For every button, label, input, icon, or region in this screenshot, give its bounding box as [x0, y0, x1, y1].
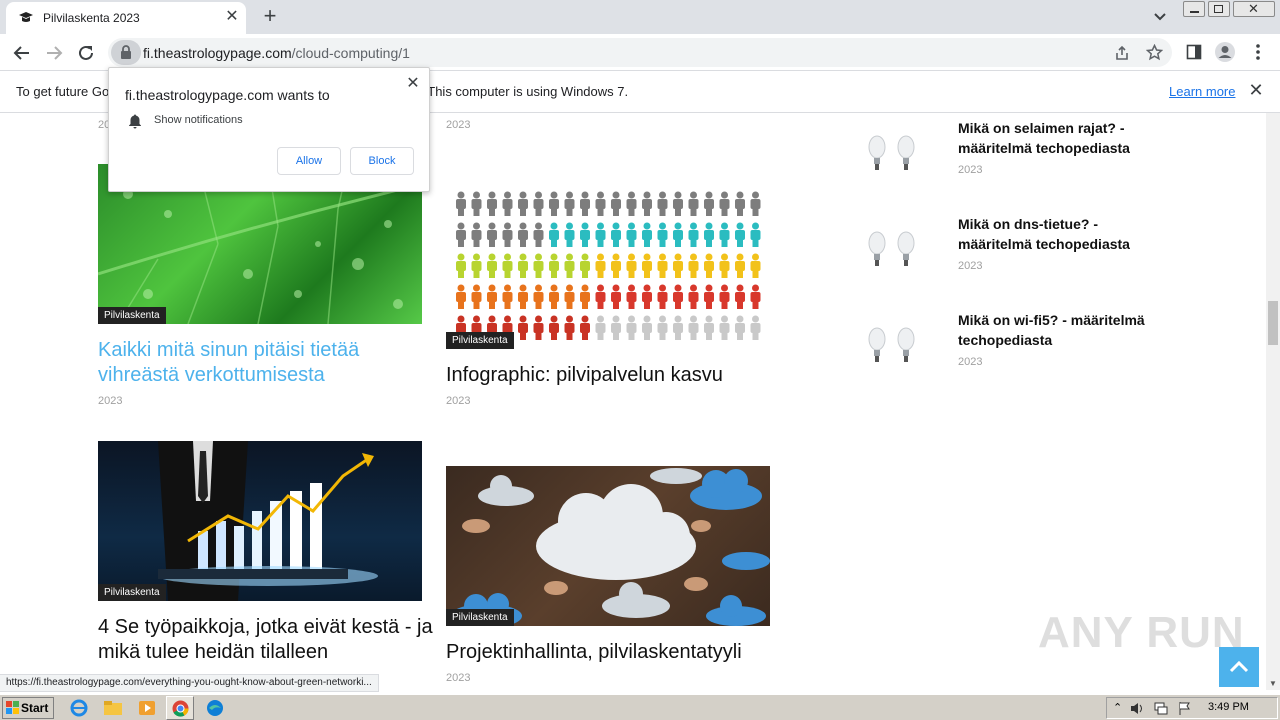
address-bar[interactable]: fi.theastrologypage.com/cloud-computing/… — [108, 38, 1172, 67]
article-title[interactable]: Infographic: pilvipalvelun kasvu — [446, 363, 776, 388]
browser-toolbar: fi.theastrologypage.com/cloud-computing/… — [0, 34, 1280, 71]
lock-icon[interactable] — [111, 40, 141, 65]
chrome-icon — [172, 700, 189, 717]
sidebar-article-title[interactable]: Mikä on wi-fi5? - määritelmä techopedias… — [958, 310, 1158, 350]
media-player-icon[interactable] — [136, 698, 158, 718]
window-close-button[interactable]: ✕ — [1233, 1, 1275, 17]
new-tab-button[interactable]: + — [258, 5, 282, 29]
minimize-icon — [1190, 11, 1199, 13]
windows-logo-icon — [6, 701, 19, 714]
back-arrow-icon[interactable] — [9, 40, 35, 66]
learn-more-link[interactable]: Learn more — [1169, 84, 1235, 99]
tab-active[interactable]: Pilvilaskenta 2023 ✕ — [6, 2, 246, 34]
restore-button[interactable] — [1208, 1, 1230, 17]
scroll-down-arrow-icon[interactable]: ▼ — [1269, 679, 1277, 688]
restore-icon — [1214, 5, 1223, 13]
scrollbar-thumb[interactable] — [1268, 301, 1278, 345]
article-date: 2023 — [446, 672, 471, 684]
windows-taskbar: Start ⌃ 3:49 PM — [0, 694, 1280, 720]
minimize-button[interactable] — [1183, 1, 1205, 17]
show-hidden-icons-icon[interactable]: ⌃ — [1113, 701, 1122, 714]
bell-icon — [129, 114, 141, 129]
popup-close-icon[interactable]: ✕ — [405, 76, 421, 92]
sidebar-thumbnail-lightbulbs[interactable] — [862, 323, 922, 373]
tab-title: Pilvilaskenta 2023 — [43, 11, 140, 25]
start-label: Start — [21, 701, 49, 715]
anyrun-watermark: ANY RUN — [1038, 608, 1245, 657]
article-thumbnail-clouds[interactable] — [446, 466, 770, 626]
system-tray: ⌃ — [1106, 697, 1278, 719]
category-badge[interactable]: Pilvilaskenta — [98, 584, 166, 601]
page-scrollbar[interactable]: ▼ — [1266, 113, 1280, 690]
back-to-top-button[interactable] — [1219, 647, 1259, 687]
sidebar-article-title[interactable]: Mikä on dns-tietue? - määritelmä techope… — [958, 214, 1158, 254]
article-date: 2023 — [446, 395, 471, 407]
category-badge[interactable]: Pilvilaskenta — [446, 609, 514, 626]
article-thumbnail-business-chart[interactable] — [98, 441, 422, 601]
article-date: 2023 — [98, 395, 123, 407]
window-close-icon: ✕ — [1248, 1, 1259, 16]
status-bar-url: https://fi.theastrologypage.com/everythi… — [0, 674, 379, 692]
tab-close-icon[interactable]: ✕ — [224, 9, 240, 25]
article-thumbnail-infographic[interactable] — [446, 189, 770, 349]
chevron-up-icon — [1229, 660, 1249, 673]
sidebar-article-date: 2023 — [958, 164, 983, 176]
sidebar-article-date: 2023 — [958, 260, 983, 272]
popup-title: fi.theastrologypage.com wants to — [125, 87, 330, 103]
internet-explorer-icon[interactable] — [68, 698, 90, 718]
notification-permission-popup: fi.theastrologypage.com wants to ✕ Show … — [108, 67, 430, 192]
profile-avatar-icon[interactable] — [1214, 41, 1236, 63]
sidebar-thumbnail-lightbulbs[interactable] — [862, 227, 922, 277]
category-badge[interactable]: Pilvilaskenta — [446, 332, 514, 349]
sidebar-article-date: 2023 — [958, 356, 983, 368]
allow-button[interactable]: Allow — [277, 147, 341, 175]
forward-arrow-icon[interactable] — [41, 40, 67, 66]
article-date: 2023 — [446, 119, 471, 131]
edge-icon[interactable] — [204, 698, 226, 718]
url-path: /cloud-computing/1 — [291, 45, 410, 61]
page-content: 2023 2023 Pilvilaskenta Kaikki mitä sinu… — [0, 113, 1266, 690]
start-button[interactable]: Start — [2, 697, 54, 719]
tab-strip: Pilvilaskenta 2023 ✕ + ✕ — [0, 0, 1280, 34]
sidebar-thumbnail-lightbulbs[interactable] — [862, 131, 922, 181]
action-center-flag-icon[interactable] — [1177, 701, 1193, 716]
permission-label: Show notifications — [154, 114, 243, 126]
volume-icon[interactable] — [1129, 701, 1145, 716]
block-button[interactable]: Block — [350, 147, 414, 175]
sidebar-article-title[interactable]: Mikä on selaimen rajat? - määritelmä tec… — [958, 118, 1158, 158]
url-host: fi.theastrologypage.com — [143, 45, 292, 61]
taskbar-clock: 3:49 PM — [1208, 701, 1249, 713]
network-icon[interactable] — [1153, 701, 1169, 716]
article-title[interactable]: Kaikki mitä sinun pitäisi tietää vihreäs… — [98, 338, 428, 388]
file-explorer-icon[interactable] — [102, 698, 124, 718]
site-favicon-icon — [19, 12, 33, 22]
article-title[interactable]: Projektinhallinta, pilvilaskentatyyli — [446, 640, 776, 665]
tab-search-chevron-icon[interactable] — [1150, 8, 1170, 26]
share-icon[interactable] — [1114, 45, 1130, 61]
url-text[interactable]: fi.theastrologypage.com/cloud-computing/… — [143, 45, 410, 61]
article-title[interactable]: 4 Se työpaikkoja, jotka eivät kestä - ja… — [98, 615, 458, 665]
bookmark-star-icon[interactable] — [1146, 44, 1163, 61]
side-panel-icon[interactable] — [1186, 44, 1202, 60]
infobar-close-icon[interactable]: ✕ — [1247, 81, 1265, 99]
chrome-taskbar-button[interactable] — [166, 696, 194, 720]
menu-kebab-icon[interactable] — [1253, 43, 1263, 61]
category-badge[interactable]: Pilvilaskenta — [98, 307, 166, 324]
reload-icon[interactable] — [73, 40, 99, 66]
